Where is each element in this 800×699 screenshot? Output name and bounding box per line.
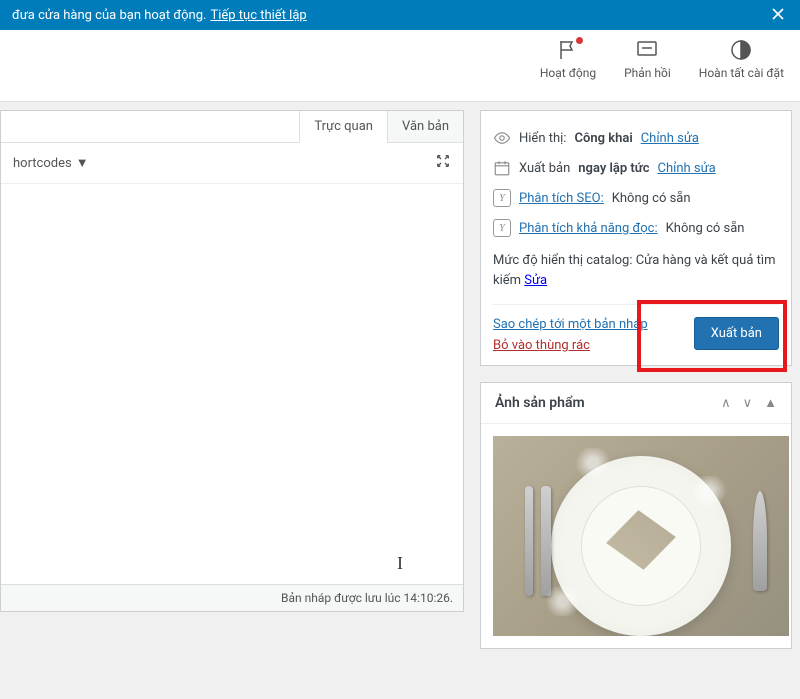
edit-visibility-link[interactable]: Chỉnh sửa (641, 131, 699, 146)
schedule-row: Xuất bản ngay lập tức Chỉnh sửa (493, 153, 779, 183)
finish-setup-button[interactable]: Hoàn tất cài đặt (699, 38, 784, 93)
readability-row: Y Phân tích khả năng đọc: Không có sẵn (493, 213, 779, 243)
feedback-button[interactable]: Phản hồi (624, 38, 671, 93)
eye-icon (493, 129, 511, 147)
publish-actions: Sao chép tới một bản nháp Bỏ vào thùng r… (493, 304, 779, 353)
close-icon[interactable] (768, 4, 788, 28)
trash-link[interactable]: Bỏ vào thùng rác (493, 338, 648, 353)
calendar-icon (493, 159, 511, 177)
readability-link[interactable]: Phân tích khả năng đọc: (519, 221, 658, 236)
text-cursor-icon: I (397, 553, 403, 574)
yoast-icon: Y (493, 219, 511, 237)
editor-toolbar: hortcodes ▼ (1, 143, 463, 184)
flag-icon (556, 38, 580, 62)
toggle-icon[interactable]: ▲ (764, 395, 777, 411)
visibility-row: Hiển thị: Công khai Chỉnh sửa (493, 123, 779, 153)
caret-down-icon: ▼ (76, 155, 89, 171)
publish-button[interactable]: Xuất bản (694, 317, 779, 350)
editor-tabs: Trực quan Văn bản (1, 111, 463, 143)
seo-link[interactable]: Phân tích SEO: (519, 191, 604, 206)
editor-textarea[interactable]: I (1, 184, 463, 584)
setup-banner: đưa cửa hàng của bạn hoạt động. Tiếp tục… (0, 0, 800, 30)
tab-text[interactable]: Văn bản (387, 111, 463, 142)
chat-icon (635, 38, 659, 62)
yoast-icon: Y (493, 189, 511, 207)
finish-label: Hoàn tất cài đặt (699, 66, 784, 80)
image-box-title: Ảnh sản phẩm (495, 395, 585, 411)
editor-status: Bản nháp được lưu lúc 14:10:26. (1, 584, 463, 611)
copy-draft-link[interactable]: Sao chép tới một bản nháp (493, 317, 648, 332)
product-image-metabox: Ảnh sản phẩm ∧ ∨ ▲ (480, 382, 792, 649)
edit-schedule-link[interactable]: Chỉnh sửa (658, 161, 716, 176)
move-down-icon[interactable]: ∨ (743, 396, 753, 411)
image-box-header: Ảnh sản phẩm ∧ ∨ ▲ (481, 383, 791, 424)
banner-continue-link[interactable]: Tiếp tục thiết lập (210, 8, 306, 23)
banner-text: đưa cửa hàng của bạn hoạt động. (12, 8, 206, 23)
content-editor: Trực quan Văn bản hortcodes ▼ I Bản nháp… (0, 110, 464, 612)
publish-metabox: Hiển thị: Công khai Chỉnh sửa Xuất bản n… (480, 110, 792, 366)
tab-visual[interactable]: Trực quan (299, 111, 387, 143)
shortcodes-dropdown[interactable]: hortcodes ▼ (13, 155, 89, 171)
notification-dot (576, 37, 583, 44)
fullscreen-icon[interactable] (435, 153, 451, 173)
top-toolbar: Hoạt động Phản hồi Hoàn tất cài đặt (0, 30, 800, 102)
move-up-icon[interactable]: ∧ (721, 396, 731, 411)
feedback-label: Phản hồi (624, 66, 671, 80)
edit-catalog-link[interactable]: Sửa (524, 273, 547, 288)
catalog-visibility-row: Mức độ hiển thị catalog: Cửa hàng và kết… (493, 243, 779, 294)
activity-button[interactable]: Hoạt động (540, 38, 596, 93)
product-image-thumbnail[interactable] (493, 436, 789, 636)
activity-label: Hoạt động (540, 66, 596, 80)
contrast-icon (729, 38, 753, 62)
seo-row: Y Phân tích SEO: Không có sẵn (493, 183, 779, 213)
